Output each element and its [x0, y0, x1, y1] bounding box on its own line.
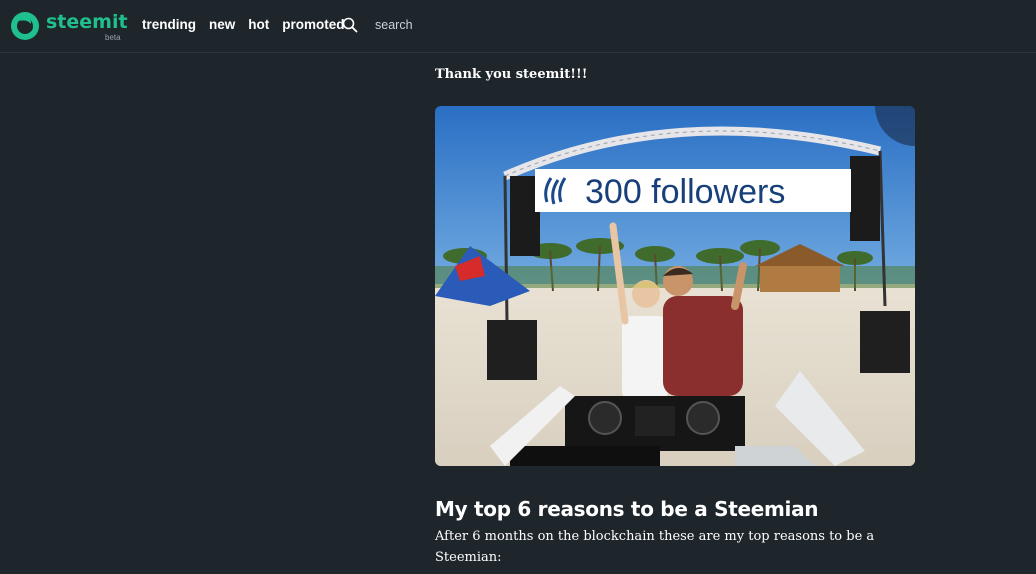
- search-icon[interactable]: [342, 17, 358, 33]
- post-body-text: After 6 months on the blockchain these a…: [435, 529, 875, 565]
- banner-text: 300 followers: [585, 173, 785, 211]
- dj-beach-photo: 300 followers: [435, 106, 915, 466]
- nav-hot[interactable]: hot: [248, 16, 269, 36]
- top-navigation-bar: steemit beta trending new hot promoted: [0, 0, 1036, 53]
- search-input[interactable]: [375, 16, 495, 34]
- nav-promoted[interactable]: promoted: [282, 16, 344, 36]
- logo-text: steemit: [46, 11, 128, 33]
- steemit-logo[interactable]: steemit beta: [10, 9, 128, 45]
- post-image: 300 followers: [435, 106, 915, 466]
- steemit-logo-icon: [11, 12, 39, 40]
- nav-new[interactable]: new: [209, 16, 235, 36]
- nav-trending[interactable]: trending: [142, 16, 196, 36]
- beta-badge: beta: [105, 33, 121, 42]
- main-nav: trending new hot promoted: [142, 16, 358, 36]
- post-intro-text: Thank you steemit!!!: [435, 67, 588, 82]
- post-title[interactable]: My top 6 reasons to be a Steemian: [435, 497, 819, 521]
